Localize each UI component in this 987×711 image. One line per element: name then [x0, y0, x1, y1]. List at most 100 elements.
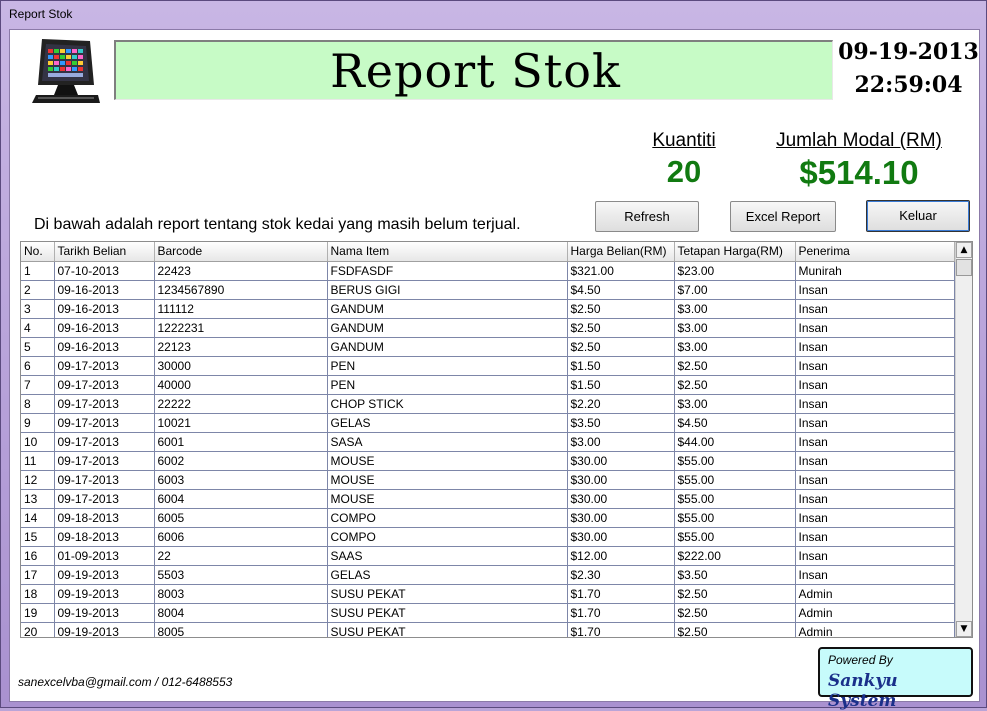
table-cell[interactable]: $2.30: [567, 565, 675, 585]
table-cell[interactable]: Insan: [795, 413, 955, 433]
table-cell[interactable]: $1.70: [567, 622, 675, 637]
table-cell[interactable]: $30.00: [567, 470, 675, 490]
table-cell[interactable]: $3.50: [674, 565, 796, 585]
table-cell[interactable]: $2.50: [674, 356, 796, 376]
table-cell[interactable]: $23.00: [674, 261, 796, 281]
table-cell[interactable]: Admin: [795, 584, 955, 604]
table-cell[interactable]: 09-17-2013: [54, 432, 155, 452]
table-row[interactable]: 11 09-17-2013 6002 MOUSE $30.00 $55.00 Insan: [21, 451, 955, 471]
vertical-scrollbar[interactable]: ▲ ▼: [955, 242, 972, 637]
table-cell[interactable]: $2.50: [567, 318, 675, 338]
table-cell[interactable]: $30.00: [567, 489, 675, 509]
table-cell[interactable]: GELAS: [327, 413, 568, 433]
table-cell[interactable]: 6001: [154, 432, 328, 452]
table-row[interactable]: 13 09-17-2013 6004 MOUSE $30.00 $55.00 Insan: [21, 489, 955, 509]
table-row[interactable]: 7 09-17-2013 40000 PEN $1.50 $2.50 Insan: [21, 375, 955, 395]
table-cell[interactable]: PEN: [327, 356, 568, 376]
table-cell[interactable]: $30.00: [567, 451, 675, 471]
table-cell[interactable]: 9: [21, 413, 55, 433]
table-row[interactable]: 20 09-19-2013 8005 SUSU PEKAT $1.70 $2.50 Admi…: [21, 622, 955, 637]
table-cell[interactable]: 8005: [154, 622, 328, 637]
table-cell[interactable]: 6006: [154, 527, 328, 547]
table-cell[interactable]: $3.00: [567, 432, 675, 452]
table-cell[interactable]: Insan: [795, 356, 955, 376]
table-cell[interactable]: 10021: [154, 413, 328, 433]
table-cell[interactable]: 6002: [154, 451, 328, 471]
table-cell[interactable]: 6005: [154, 508, 328, 528]
table-cell[interactable]: Insan: [795, 489, 955, 509]
table-cell[interactable]: 22: [154, 546, 328, 566]
table-cell[interactable]: $2.50: [567, 299, 675, 319]
table-cell[interactable]: $55.00: [674, 451, 796, 471]
table-cell[interactable]: 1234567890: [154, 280, 328, 300]
table-cell[interactable]: SUSU PEKAT: [327, 584, 568, 604]
table-cell[interactable]: $2.50: [674, 622, 796, 637]
table-cell[interactable]: 07-10-2013: [54, 261, 155, 281]
table-row[interactable]: 12 09-17-2013 6003 MOUSE $30.00 $55.00 Insan: [21, 470, 955, 490]
table-cell[interactable]: 12: [21, 470, 55, 490]
table-cell[interactable]: $1.70: [567, 603, 675, 623]
table-cell[interactable]: $2.20: [567, 394, 675, 414]
table-cell[interactable]: $44.00: [674, 432, 796, 452]
table-cell[interactable]: Insan: [795, 337, 955, 357]
table-cell[interactable]: $4.50: [674, 413, 796, 433]
table-cell[interactable]: 14: [21, 508, 55, 528]
table-cell[interactable]: 10: [21, 432, 55, 452]
table-cell[interactable]: 09-17-2013: [54, 470, 155, 490]
table-cell[interactable]: $2.50: [674, 584, 796, 604]
table-cell[interactable]: $30.00: [567, 527, 675, 547]
column-header-tetapan-harga[interactable]: Tetapan Harga(RM): [674, 242, 796, 262]
table-cell[interactable]: $7.00: [674, 280, 796, 300]
scroll-down-arrow-icon[interactable]: ▼: [956, 621, 972, 637]
table-cell[interactable]: Munirah: [795, 261, 955, 281]
table-cell[interactable]: $3.50: [567, 413, 675, 433]
table-cell[interactable]: SUSU PEKAT: [327, 603, 568, 623]
table-cell[interactable]: 09-17-2013: [54, 375, 155, 395]
table-cell[interactable]: 22423: [154, 261, 328, 281]
table-cell[interactable]: 09-19-2013: [54, 603, 155, 623]
table-cell[interactable]: 09-17-2013: [54, 413, 155, 433]
table-row[interactable]: 9 09-17-2013 10021 GELAS $3.50 $4.50 Insan: [21, 413, 955, 433]
table-cell[interactable]: 1: [21, 261, 55, 281]
table-cell[interactable]: $55.00: [674, 527, 796, 547]
table-cell[interactable]: 8004: [154, 603, 328, 623]
table-cell[interactable]: $2.50: [674, 603, 796, 623]
title-bar[interactable]: Report Stok: [1, 1, 986, 29]
table-cell[interactable]: 09-19-2013: [54, 565, 155, 585]
table-cell[interactable]: $12.00: [567, 546, 675, 566]
table-row[interactable]: 2 09-16-2013 1234567890 BERUS GIGI $4.50 $7.0…: [21, 280, 955, 300]
keluar-button[interactable]: Keluar: [866, 200, 970, 232]
table-cell[interactable]: 4: [21, 318, 55, 338]
table-row[interactable]: 1 07-10-2013 22423 FSDFASDF $321.00 $23.00 Mun…: [21, 261, 955, 281]
table-row[interactable]: 8 09-17-2013 22222 CHOP STICK $2.20 $3.00 Insa…: [21, 394, 955, 414]
table-cell[interactable]: 16: [21, 546, 55, 566]
table-cell[interactable]: Insan: [795, 280, 955, 300]
table-cell[interactable]: Insan: [795, 565, 955, 585]
table-cell[interactable]: Insan: [795, 299, 955, 319]
table-cell[interactable]: 22222: [154, 394, 328, 414]
table-cell[interactable]: 111112: [154, 299, 328, 319]
table-cell[interactable]: 8: [21, 394, 55, 414]
table-cell[interactable]: $3.00: [674, 337, 796, 357]
table-cell[interactable]: 09-17-2013: [54, 356, 155, 376]
table-cell[interactable]: 2: [21, 280, 55, 300]
stock-table[interactable]: No. Tarikh Belian Barcode Nama Item Harg…: [20, 241, 973, 638]
table-row[interactable]: 16 01-09-2013 22 SAAS $12.00 $222.00 Insan: [21, 546, 955, 566]
table-cell[interactable]: 20: [21, 622, 55, 637]
table-cell[interactable]: 7: [21, 375, 55, 395]
table-cell[interactable]: COMPO: [327, 527, 568, 547]
table-cell[interactable]: 19: [21, 603, 55, 623]
table-cell[interactable]: 18: [21, 584, 55, 604]
table-cell[interactable]: 09-19-2013: [54, 584, 155, 604]
table-cell[interactable]: Insan: [795, 508, 955, 528]
table-cell[interactable]: $55.00: [674, 489, 796, 509]
table-cell[interactable]: $1.50: [567, 375, 675, 395]
table-cell[interactable]: 09-18-2013: [54, 508, 155, 528]
table-cell[interactable]: 09-16-2013: [54, 318, 155, 338]
table-cell[interactable]: 22123: [154, 337, 328, 357]
table-row[interactable]: 17 09-19-2013 5503 GELAS $2.30 $3.50 Insan: [21, 565, 955, 585]
table-cell[interactable]: 09-18-2013: [54, 527, 155, 547]
table-cell[interactable]: GELAS: [327, 565, 568, 585]
table-cell[interactable]: $321.00: [567, 261, 675, 281]
table-row[interactable]: 18 09-19-2013 8003 SUSU PEKAT $1.70 $2.50 Admi…: [21, 584, 955, 604]
